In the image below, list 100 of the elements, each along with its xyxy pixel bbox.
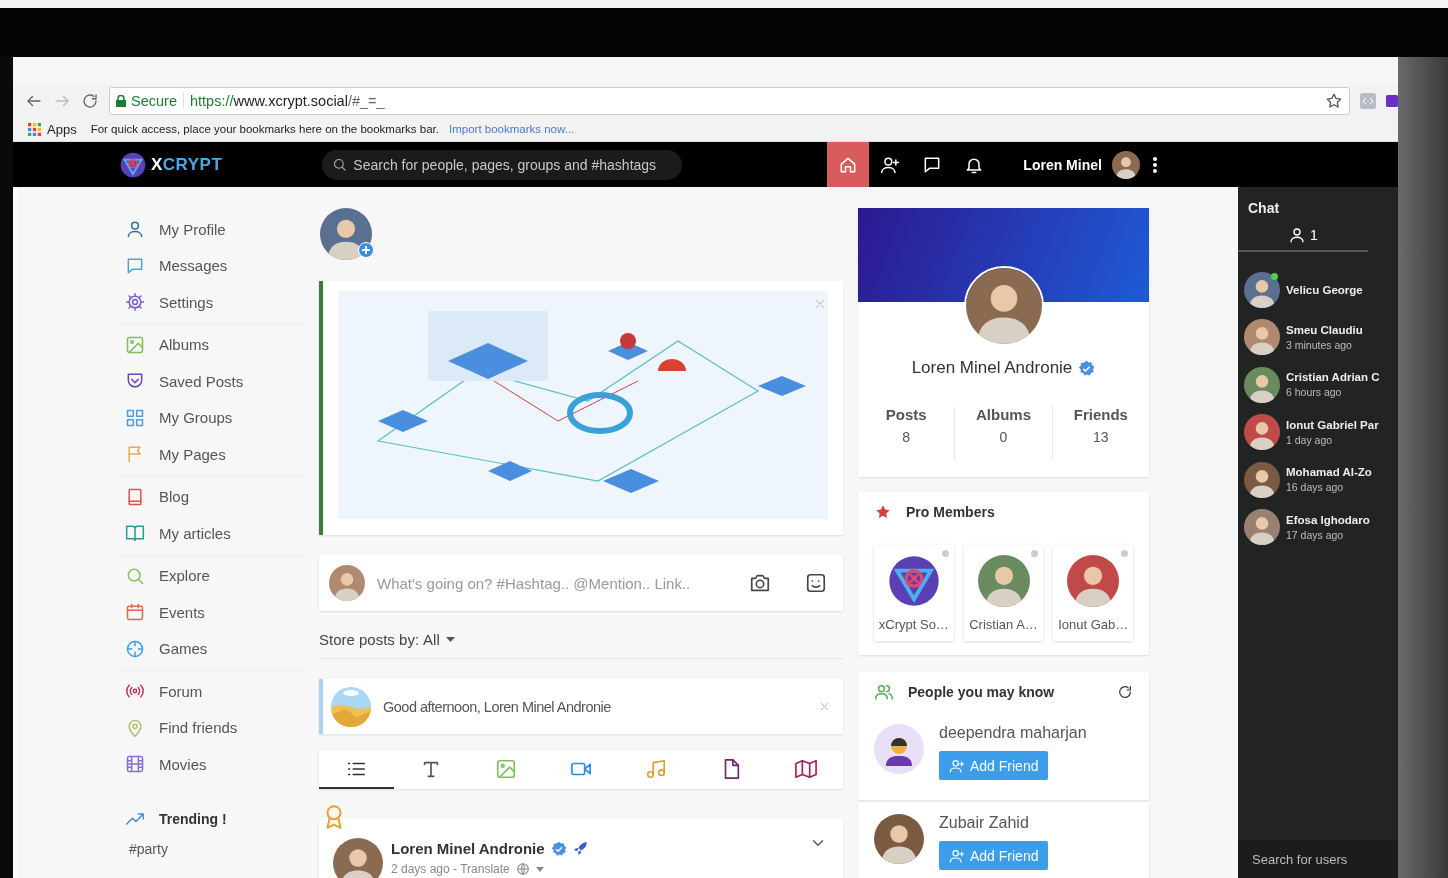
add-user-icon <box>949 757 965 774</box>
apps-link[interactable]: Apps <box>47 121 77 137</box>
add-story-icon[interactable] <box>358 242 374 258</box>
caret-icon <box>445 637 455 642</box>
user-icon <box>125 219 145 240</box>
book-icon <box>125 486 145 507</box>
sidebar-item[interactable]: Saved Posts <box>117 363 305 400</box>
chat-contact[interactable]: Mohamad Al-Zo 16 days ago <box>1238 456 1398 504</box>
story-avatar <box>320 208 372 260</box>
chat-contact[interactable]: Smeu Claudiu 3 minutes ago <box>1238 313 1398 361</box>
sidebar-item[interactable]: Movies <box>117 746 305 783</box>
stat-value: 8 <box>901 429 912 445</box>
open-book-icon <box>125 523 145 544</box>
sidebar-item[interactable]: My Pages <box>117 436 305 473</box>
users-icon <box>874 682 894 702</box>
calendar-icon <box>125 602 145 623</box>
settings-icon <box>125 292 145 313</box>
globe-icon[interactable] <box>515 862 530 876</box>
star-icon <box>874 503 892 521</box>
crosshair-icon <box>125 638 145 659</box>
user-name[interactable]: Loren Minel <box>1023 156 1102 173</box>
chat-contact[interactable]: Ionut Gabriel Par 1 day ago <box>1238 408 1398 456</box>
filter-label: Store posts by: <box>319 631 420 648</box>
sidebar-item[interactable]: Games <box>117 630 305 667</box>
chat-contact[interactable]: Cristian Adrian C 6 hours ago <box>1238 361 1398 409</box>
rocket-icon <box>572 841 588 856</box>
sidebar-item[interactable]: Messages <box>117 247 305 284</box>
chat-contact[interactable]: Efosa Ighodaro 17 days ago <box>1238 503 1398 551</box>
composer-input[interactable]: What's going on? #Hashtag.. @Mention.. Link.. <box>375 568 739 598</box>
bookmark-star-icon[interactable] <box>1325 92 1343 110</box>
member-card[interactable]: Cristian A… <box>963 545 1044 641</box>
url-text: https://www.xcrypt.social/#_=_ <box>189 93 386 109</box>
member-name: Cristian A… <box>969 617 1038 632</box>
sidebar-item[interactable]: Find friends <box>117 709 305 746</box>
composer-field[interactable]: What's going on? #Hashtag.. @Mention.. Link.. <box>319 555 843 611</box>
stat-label: Friends <box>1072 406 1129 423</box>
chat-title: Chat <box>1247 199 1281 216</box>
avatar <box>1244 461 1280 498</box>
avatar <box>874 724 924 774</box>
map-icon <box>794 758 817 780</box>
post-time: 2 days ago - Translate <box>391 862 510 876</box>
stat-label: Albums <box>975 406 1032 423</box>
suggestion-name[interactable]: deependra maharjan <box>939 724 1087 742</box>
user-search-field[interactable]: Search for users <box>1238 840 1398 878</box>
stat-value: 13 <box>1092 429 1110 445</box>
profile-name[interactable]: Loren Minel Andronie <box>911 358 1073 378</box>
sidebar-item[interactable]: My Profile <box>117 211 305 248</box>
apps-grid-icon[interactable] <box>28 122 41 136</box>
search-icon <box>332 157 348 172</box>
author-name[interactable]: Loren Minel Andronie <box>391 840 545 857</box>
sidebar-item[interactable]: Explore <box>117 557 305 594</box>
caret-icon[interactable] <box>535 866 544 872</box>
avatar <box>1244 271 1280 308</box>
extension-icon[interactable] <box>1386 93 1398 109</box>
avatar <box>1244 366 1280 403</box>
member-card[interactable]: xCrypt So… <box>874 545 954 641</box>
stat-value: 0 <box>998 429 1009 445</box>
camera-icon[interactable] <box>749 572 771 594</box>
import-bookmarks-link[interactable]: Import bookmarks now... <box>449 123 575 135</box>
section-title: Pro Members <box>906 504 995 520</box>
bookmarks-hint: For quick access, place your bookmarks here on the bookmarks bar. <box>90 123 439 135</box>
avatar <box>1244 414 1280 451</box>
user-icon <box>1288 226 1307 244</box>
greeting-text: Good afternoon, Loren Minel Andronie <box>383 698 612 715</box>
sidebar-item[interactable]: Settings <box>117 284 305 321</box>
member-card[interactable]: Ionut Gab… <box>1053 545 1133 641</box>
lock-icon <box>116 95 126 107</box>
chat-contact[interactable]: Velicu George <box>1238 266 1398 314</box>
sidebar-item[interactable]: Forum <box>117 673 305 710</box>
sticker-icon[interactable] <box>805 572 827 594</box>
trending-title: Trending ! <box>159 810 227 827</box>
refresh-icon[interactable] <box>1117 684 1133 700</box>
reload-icon[interactable] <box>81 92 99 110</box>
online-users-tab[interactable]: 1 <box>1238 226 1368 252</box>
hashtag-link[interactable]: #party <box>117 840 305 857</box>
grid-icon <box>125 407 145 428</box>
avatar <box>1244 319 1280 356</box>
filter-dropdown[interactable]: All <box>423 631 455 648</box>
avatar <box>874 814 924 864</box>
sidebar-item[interactable]: Blog <box>117 478 305 515</box>
search-field[interactable]: Search for people, pages, groups and #hashtags <box>322 149 683 180</box>
logo-icon <box>120 151 146 178</box>
suggestion-name[interactable]: Zubair Zahid <box>939 814 1049 832</box>
more-menu-icon[interactable] <box>1151 155 1158 174</box>
home-tab[interactable] <box>827 142 870 187</box>
film-icon <box>125 754 145 775</box>
logo-text[interactable]: XCRYPT <box>151 154 223 175</box>
sidebar-item[interactable]: Albums <box>117 326 305 363</box>
add-user-icon <box>949 847 965 864</box>
music-note-icon <box>644 758 667 780</box>
image-icon <box>125 334 145 355</box>
sidebar-item[interactable]: My articles <box>117 515 305 552</box>
sidebar-item[interactable]: Events <box>117 594 305 631</box>
sidebar-item[interactable]: My Groups <box>117 399 305 436</box>
section-title: People you may know <box>908 684 1056 700</box>
image-icon <box>495 758 518 780</box>
avatar <box>977 555 1030 607</box>
avatar <box>1067 555 1120 607</box>
stat-label: Posts <box>884 406 928 423</box>
address-bar[interactable]: Secure https://www.xcrypt.social/#_=_ <box>109 87 1350 115</box>
